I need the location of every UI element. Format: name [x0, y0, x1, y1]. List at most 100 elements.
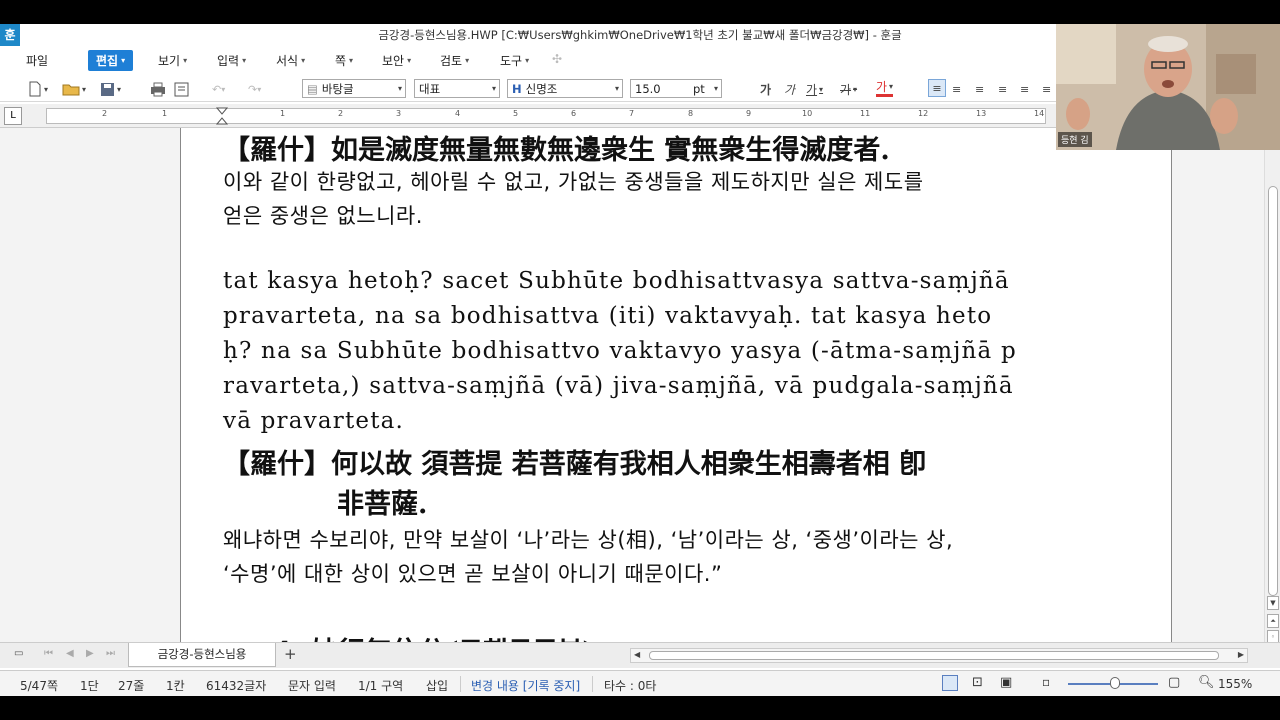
zoom-in-icon[interactable]: ▢	[1168, 675, 1180, 690]
zoom-out-icon[interactable]: ▫	[1042, 675, 1050, 689]
status-section: 1/1 구역	[358, 679, 404, 693]
font-color-button[interactable]: 가 ▾	[876, 79, 894, 97]
print-icon[interactable]	[150, 79, 166, 99]
undo-icon[interactable]: ↶ ▾	[212, 79, 225, 99]
menu-insert[interactable]: 입력 ▾	[217, 52, 246, 69]
status-col: 1칸	[166, 679, 185, 693]
vertical-scrollbar[interactable]: ▲ ▼ ⏶ ◦ ⏷	[1264, 128, 1280, 664]
divider	[460, 676, 461, 692]
menu-file[interactable]: 파일	[26, 52, 48, 69]
fit-page-icon[interactable]: ⊡	[972, 675, 983, 690]
status-insert-mode[interactable]: 삽입	[426, 677, 448, 694]
last-tab-icon[interactable]: ⏭	[106, 648, 115, 659]
menu-security[interactable]: 보안 ▾	[382, 52, 411, 69]
zoom-slider-thumb[interactable]	[1110, 677, 1120, 689]
status-input-mode[interactable]: 문자 입력	[288, 677, 336, 694]
chevron-down-icon: ▾	[465, 56, 470, 65]
bold-button[interactable]: 가	[760, 79, 771, 99]
hwp-window: 훈 금강경-등현스님용.HWP [C:₩Users₩ghkim₩OneDrive…	[0, 24, 1280, 696]
status-column: 1단	[80, 679, 99, 693]
new-document-icon[interactable]: ▾	[28, 79, 48, 99]
plugin-icon[interactable]: ✣	[552, 52, 562, 66]
chevron-down-icon: ▾	[407, 56, 412, 65]
redo-icon[interactable]: ↷ ▾	[248, 79, 261, 99]
save-icon[interactable]: ▾	[100, 79, 121, 99]
normal-view-icon[interactable]	[942, 675, 958, 691]
divider	[592, 676, 593, 692]
chevron-down-icon: ▾	[183, 56, 188, 65]
menu-format[interactable]: 서식 ▾	[276, 52, 305, 69]
status-bar: 5/47쪽 1단 27줄 1칸 61432글자 문자 입력 1/1 구역 삽입 …	[0, 670, 1280, 696]
text-line: ḥ? na sa Subhūte bodhisattvo vaktavyo ya…	[223, 338, 1017, 364]
chevron-down-icon: ▾	[349, 56, 354, 65]
participant-name: 등현 김	[1058, 132, 1092, 147]
menu-review[interactable]: 검토 ▾	[440, 52, 469, 69]
previous-page-icon[interactable]: ⏶	[1267, 614, 1279, 628]
font-size-input[interactable]: 15.0 pt ▾	[630, 79, 722, 98]
horizontal-scroll-thumb[interactable]	[649, 651, 1219, 660]
underline-button[interactable]: 가 ▾	[806, 79, 823, 99]
chevron-down-icon: ▾	[525, 56, 530, 65]
chevron-down-icon: ▾	[301, 56, 306, 65]
status-typing-speed: 타수 : 0타	[604, 679, 657, 693]
align-distribute-icon[interactable]: ≡	[1020, 79, 1029, 99]
strikethrough-button[interactable]: 가 ▾	[840, 79, 857, 99]
style-icon: ▤	[307, 81, 318, 96]
first-tab-icon[interactable]: ⏮	[44, 648, 53, 659]
menu-edit[interactable]: 편집 ▾	[88, 50, 134, 71]
previous-tab-icon[interactable]: ◀	[66, 648, 74, 659]
menu-tools[interactable]: 도구 ▾	[500, 52, 529, 69]
status-track-changes[interactable]: 변경 내용 [기록 중지]	[471, 677, 580, 694]
full-screen-icon[interactable]: ▣	[1000, 675, 1012, 690]
vertical-scroll-thumb[interactable]	[1268, 186, 1278, 596]
align-left-icon[interactable]: ≡	[952, 79, 961, 99]
tab-stop-selector[interactable]: L	[4, 107, 22, 125]
text-line: 이와 같이 한량없고, 헤아릴 수 없고, 가없는 중생들을 제도하지만 실은 …	[223, 170, 924, 194]
document-canvas[interactable]: 【羅什】如是滅度無量無數無邊衆生 實無衆生得滅度者. 이와 같이 한량없고, 헤…	[0, 128, 1264, 664]
menu-view[interactable]: 보기 ▾	[158, 52, 187, 69]
text-line: ravarteta,) sattva-saṃjñā (vā) jiva-saṃj…	[223, 373, 1014, 399]
align-center-icon[interactable]: ≡	[975, 79, 984, 99]
menu-page[interactable]: 쪽 ▾	[335, 52, 353, 69]
font-type-icon: H	[512, 81, 522, 96]
chevron-down-icon: ▾	[242, 56, 247, 65]
tab-document[interactable]: 금강경-등현스님용	[128, 643, 276, 667]
scroll-right-icon[interactable]: ▶	[1238, 650, 1244, 659]
text-line: 非菩薩.	[337, 489, 428, 520]
align-right-icon[interactable]: ≡	[998, 79, 1007, 99]
align-justify-icon[interactable]: ≡	[928, 79, 946, 97]
chevron-down-icon: ▾	[713, 84, 718, 93]
webcam-video-overlay: 등현 김	[1056, 24, 1280, 150]
scroll-left-icon[interactable]: ◀	[634, 650, 640, 659]
align-divide-icon[interactable]: ≡	[1042, 79, 1051, 99]
status-chars: 61432글자	[206, 679, 267, 693]
indent-marker-icon[interactable]	[216, 107, 228, 125]
chevron-down-icon: ▾	[491, 84, 496, 93]
text-line: 【羅什】如是滅度無量無數無邊衆生 實無衆生得滅度者.	[223, 135, 890, 166]
add-tab-button[interactable]: +	[284, 645, 297, 663]
chevron-down-icon: ▾	[614, 84, 619, 93]
zoom-level[interactable]: 155%	[1218, 677, 1252, 691]
chevron-down-icon: ▾	[121, 56, 126, 65]
horizontal-scrollbar[interactable]: ◀ ▶	[630, 648, 1248, 663]
text-line: 얻은 중생은 없느니라.	[223, 204, 423, 228]
next-tab-icon[interactable]: ▶	[86, 648, 94, 659]
text-line: tat kasya hetoḥ? sacet Subhūte bodhisatt…	[223, 268, 1010, 294]
text-line: pravarteta, na sa bodhisattva (iti) vakt…	[223, 303, 993, 329]
document-page[interactable]: 【羅什】如是滅度無量無數無邊衆生 實無衆生得滅度者. 이와 같이 한량없고, 헤…	[180, 128, 1172, 664]
style-select[interactable]: ▤ 바탕글 ▾	[302, 79, 406, 98]
scroll-down-icon[interactable]: ▼	[1267, 596, 1279, 610]
italic-button[interactable]: 가	[784, 79, 795, 99]
text-line: ‘수명’에 대한 상이 있으면 곧 보살이 아니기 때문이다.”	[223, 562, 723, 586]
zoom-magnifier-icon[interactable]: 🔍︎	[1198, 675, 1215, 690]
chevron-down-icon: ▾	[397, 84, 402, 93]
text-line: vā pravarteta.	[223, 408, 405, 434]
text-line: 【羅什】何以故 須菩提 若菩薩有我相人相衆生相壽者相 卽	[223, 449, 927, 480]
preview-icon[interactable]	[174, 79, 189, 99]
status-page[interactable]: 5/47쪽	[20, 677, 58, 694]
language-select[interactable]: 대표 ▾	[414, 79, 500, 98]
ruler-strip[interactable]	[46, 108, 1046, 124]
font-select[interactable]: H 신명조 ▾	[507, 79, 623, 98]
open-folder-icon[interactable]: ▾	[62, 79, 86, 99]
layout-icon[interactable]: ▭	[14, 648, 23, 659]
